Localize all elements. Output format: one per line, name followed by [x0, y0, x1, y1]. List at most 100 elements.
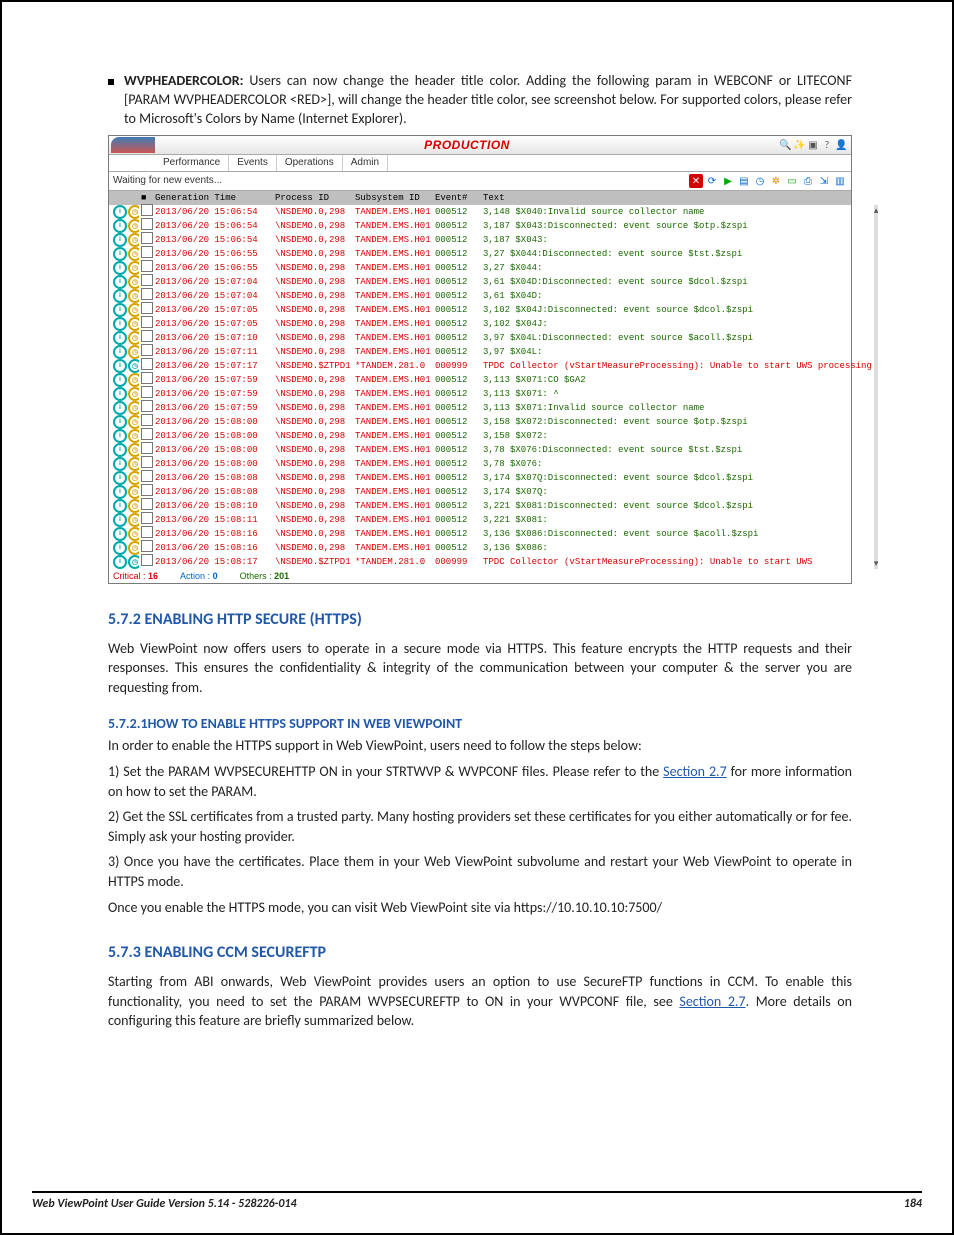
tab-operations[interactable]: Operations [277, 155, 343, 171]
table-row[interactable]: i◷2013/06/20 15:06:54\NSDEMO.0,298TANDEM… [109, 205, 874, 219]
refresh-icon[interactable]: ⟳ [705, 174, 719, 188]
row-checkbox[interactable] [141, 246, 153, 258]
info-icon: i [113, 485, 127, 499]
page-footer: Web ViewPoint User Guide Version 5.14 - … [32, 1191, 922, 1211]
play-icon[interactable]: ▶ [721, 174, 735, 188]
info-icon: i [113, 429, 127, 443]
table-row[interactable]: i◷2013/06/20 15:08:08\NSDEMO.0,298TANDEM… [109, 485, 874, 499]
close-icon[interactable]: ✕ [689, 174, 703, 188]
table-row[interactable]: i◷2013/06/20 15:07:11\NSDEMO.0,298TANDEM… [109, 345, 874, 359]
info-icon: i [113, 555, 127, 569]
header-title: PRODUCTION [155, 138, 779, 152]
row-checkbox[interactable] [141, 470, 153, 482]
table-row[interactable]: i◷2013/06/20 15:07:59\NSDEMO.0,298TANDEM… [109, 401, 874, 415]
tag-icon[interactable]: ▭ [785, 174, 799, 188]
table-row[interactable]: i◷2013/06/20 15:07:05\NSDEMO.0,298TANDEM… [109, 303, 874, 317]
clock-icon: ◷ [128, 331, 139, 345]
info-icon: i [113, 415, 127, 429]
table-row[interactable]: i◷2013/06/20 15:06:55\NSDEMO.0,298TANDEM… [109, 261, 874, 275]
export-icon[interactable]: ⇲ [817, 174, 831, 188]
table-row[interactable]: i◷2013/06/20 15:08:00\NSDEMO.0,298TANDEM… [109, 429, 874, 443]
clock-icon: ◷ [128, 457, 139, 471]
info-icon: i [113, 303, 127, 317]
bullet-icon [108, 79, 114, 85]
filter-icon[interactable]: ▤ [737, 174, 751, 188]
search-icon[interactable]: 🔍 [779, 139, 791, 151]
info-icon: i [113, 233, 127, 247]
link-section-2-7-b[interactable]: Section 2.7 [679, 993, 745, 1010]
row-checkbox[interactable] [141, 498, 153, 510]
scrollbar[interactable]: ▴▾ [874, 205, 879, 569]
row-checkbox[interactable] [141, 204, 153, 216]
table-row[interactable]: i◷2013/06/20 15:08:11\NSDEMO.0,298TANDEM… [109, 513, 874, 527]
row-checkbox[interactable] [141, 540, 153, 552]
row-checkbox[interactable] [141, 526, 153, 538]
p-573-1: Starting from ABI onwards, Web ViewPoint… [108, 972, 852, 1031]
clock-icon: ◷ [128, 373, 139, 387]
row-checkbox[interactable] [141, 428, 153, 440]
row-checkbox[interactable] [141, 456, 153, 468]
p-5721-step2: 2) Get the SSL certificates from a trust… [108, 807, 852, 846]
table-row[interactable]: i◷2013/06/20 15:08:16\NSDEMO.0,298TANDEM… [109, 527, 874, 541]
row-checkbox[interactable] [141, 414, 153, 426]
row-checkbox[interactable] [141, 512, 153, 524]
gear-icon[interactable]: ✲ [769, 174, 783, 188]
table-row[interactable]: i◷2013/06/20 15:07:59\NSDEMO.0,298TANDEM… [109, 373, 874, 387]
heading-573: 5.7.3 ENABLING CCM SECUREFTP [108, 943, 852, 962]
table-row[interactable]: i◷2013/06/20 15:07:04\NSDEMO.0,298TANDEM… [109, 275, 874, 289]
clock-icon: ◷ [128, 485, 139, 499]
table-row[interactable]: i◷2013/06/20 15:08:16\NSDEMO.0,298TANDEM… [109, 541, 874, 555]
row-checkbox[interactable] [141, 302, 153, 314]
row-checkbox[interactable] [141, 330, 153, 342]
help-icon[interactable]: ? [821, 139, 833, 151]
table-row[interactable]: i◷2013/06/20 15:07:10\NSDEMO.0,298TANDEM… [109, 331, 874, 345]
table-row[interactable]: i◷2013/06/20 15:07:05\NSDEMO.0,298TANDEM… [109, 317, 874, 331]
row-checkbox[interactable] [141, 344, 153, 356]
clock-icon[interactable]: ◷ [753, 174, 767, 188]
table-row[interactable]: i◷2013/06/20 15:06:55\NSDEMO.0,298TANDEM… [109, 247, 874, 261]
row-checkbox[interactable] [141, 316, 153, 328]
tab-admin[interactable]: Admin [343, 155, 388, 171]
row-checkbox[interactable] [141, 288, 153, 300]
clock-icon: ◷ [128, 205, 139, 219]
link-section-2-7[interactable]: Section 2.7 [663, 763, 727, 780]
row-checkbox[interactable] [141, 274, 153, 286]
window-icon[interactable]: ▣ [807, 139, 819, 151]
row-checkbox[interactable] [141, 232, 153, 244]
table-row[interactable]: i◷2013/06/20 15:07:59\NSDEMO.0,298TANDEM… [109, 387, 874, 401]
info-icon: i [113, 401, 127, 415]
wand-icon[interactable]: ✨ [793, 139, 805, 151]
table-row[interactable]: i◷2013/06/20 15:08:08\NSDEMO.0,298TANDEM… [109, 471, 874, 485]
row-checkbox[interactable] [141, 358, 153, 370]
row-checkbox[interactable] [141, 442, 153, 454]
row-checkbox[interactable] [141, 484, 153, 496]
table-row[interactable]: i◷2013/06/20 15:08:00\NSDEMO.0,298TANDEM… [109, 443, 874, 457]
table-row[interactable]: i◷2013/06/20 15:08:00\NSDEMO.0,298TANDEM… [109, 415, 874, 429]
table-row[interactable]: i◷2013/06/20 15:08:10\NSDEMO.0,298TANDEM… [109, 499, 874, 513]
table-row[interactable]: i◷2013/06/20 15:07:04\NSDEMO.0,298TANDEM… [109, 289, 874, 303]
row-checkbox[interactable] [141, 218, 153, 230]
table-row[interactable]: i◷2013/06/20 15:07:17\NSDEMO.$ZTPD1*TAND… [109, 359, 874, 373]
row-checkbox[interactable] [141, 386, 153, 398]
table-row[interactable]: i◷2013/06/20 15:06:54\NSDEMO.0,298TANDEM… [109, 219, 874, 233]
tab-performance[interactable]: Performance [155, 155, 229, 171]
tab-events[interactable]: Events [229, 155, 277, 171]
clock-icon: ◷ [128, 275, 139, 289]
info-icon: i [113, 457, 127, 471]
print-icon[interactable]: ⎙ [801, 174, 815, 188]
row-checkbox[interactable] [141, 260, 153, 272]
p-5721-step3: 3) Once you have the certificates. Place… [108, 852, 852, 891]
table-row[interactable]: i◷2013/06/20 15:06:54\NSDEMO.0,298TANDEM… [109, 233, 874, 247]
columns-icon[interactable]: ▥ [833, 174, 847, 188]
clock-icon: ◷ [128, 317, 139, 331]
info-icon: i [113, 289, 127, 303]
row-checkbox[interactable] [141, 372, 153, 384]
clock-icon: ◷ [128, 247, 139, 261]
clock-icon: ◷ [128, 527, 139, 541]
row-checkbox[interactable] [141, 400, 153, 412]
row-checkbox[interactable] [141, 554, 153, 566]
table-row[interactable]: i◷2013/06/20 15:08:00\NSDEMO.0,298TANDEM… [109, 457, 874, 471]
clock-icon: ◷ [128, 289, 139, 303]
table-row[interactable]: i◷2013/06/20 15:08:17\NSDEMO.$ZTPD1*TAND… [109, 555, 874, 569]
user-icon[interactable]: 👤 [835, 139, 847, 151]
